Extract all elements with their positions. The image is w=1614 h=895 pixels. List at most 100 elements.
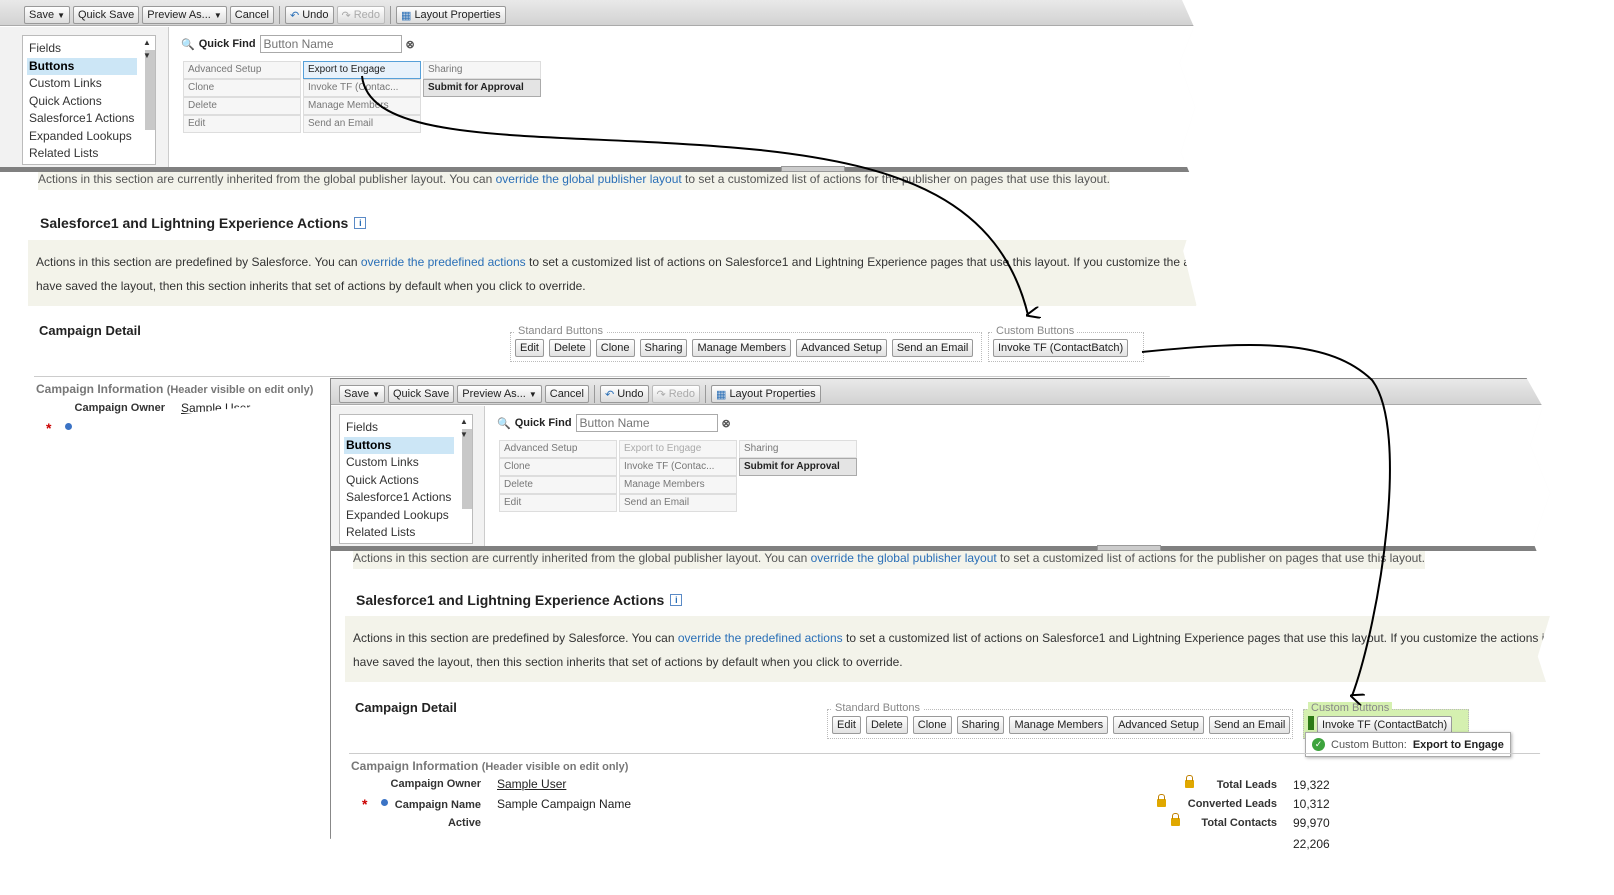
quick-save-button[interactable]: Quick Save: [73, 6, 140, 24]
category-expanded-lookups[interactable]: Expanded Lookups: [344, 507, 472, 525]
palette-item-sharing[interactable]: Sharing: [423, 61, 541, 79]
save-button[interactable]: Save ▼: [339, 385, 385, 403]
redo-button[interactable]: ↷ Redo: [651, 385, 701, 403]
palette-item-send-an-email[interactable]: Send an Email: [619, 494, 737, 512]
clone-button[interactable]: Clone: [912, 716, 952, 734]
category-fields[interactable]: Fields: [344, 419, 472, 437]
override-predefined-actions-link[interactable]: override the predefined actions: [361, 255, 526, 269]
palette-item-manage-members[interactable]: Manage Members: [619, 476, 737, 494]
section-divider: [349, 753, 1549, 754]
layout-properties-button[interactable]: ▦ Layout Properties: [711, 385, 821, 403]
manage-members-button[interactable]: Manage Members: [692, 339, 792, 357]
category-quick-actions[interactable]: Quick Actions: [27, 93, 155, 111]
toolbar-divider: [390, 6, 392, 24]
standard-buttons-legend: Standard Buttons: [832, 702, 924, 714]
editor-toolbar: Save ▼ Quick Save Preview As... ▼ Cancel ↶…: [331, 379, 1558, 405]
palette-item-invoke-tf[interactable]: Invoke TF (Contac...: [303, 79, 421, 97]
category-buttons[interactable]: Buttons: [344, 436, 454, 454]
quick-find-label: Quick Find: [198, 38, 256, 50]
palette-item-sharing[interactable]: Sharing: [739, 440, 857, 458]
category-custom-links[interactable]: Custom Links: [27, 75, 155, 93]
palette-category-list[interactable]: Fields Buttons Custom Links Quick Action…: [22, 35, 156, 165]
category-related-lists[interactable]: Related Lists: [27, 145, 155, 163]
campaign-owner-value[interactable]: Sample User: [181, 401, 250, 415]
delete-button[interactable]: Delete: [865, 716, 908, 734]
palette-item-delete[interactable]: Delete: [499, 476, 617, 494]
scroll-up-icon[interactable]: ▲: [460, 417, 468, 426]
category-related-lists[interactable]: Related Lists: [344, 524, 472, 542]
delete-button[interactable]: Delete: [548, 339, 591, 357]
send-an-email-button[interactable]: Send an Email: [1208, 716, 1291, 734]
palette-item-manage-members[interactable]: Manage Members: [303, 97, 421, 115]
sharing-button[interactable]: Sharing: [639, 339, 688, 357]
save-button[interactable]: Save ▼: [24, 6, 70, 24]
send-an-email-button[interactable]: Send an Email: [891, 339, 974, 357]
tooltip-value: Export to Engage: [1412, 738, 1504, 751]
redo-button[interactable]: ↷ Redo: [336, 6, 386, 24]
clear-search-icon[interactable]: ⊗: [722, 417, 731, 430]
inherit-notice: Actions in this section are currently in…: [353, 551, 1425, 569]
scroll-down-icon[interactable]: ▼: [143, 51, 151, 60]
palette-item-invoke-tf[interactable]: Invoke TF (Contac...: [619, 458, 737, 476]
quick-save-button[interactable]: Quick Save: [388, 385, 455, 403]
cancel-button[interactable]: Cancel: [544, 385, 589, 403]
undo-button[interactable]: ↶ Undo: [600, 385, 649, 403]
palette-item-clone[interactable]: Clone: [499, 458, 617, 476]
preview-as-button[interactable]: Preview As... ▼: [457, 385, 542, 403]
category-fields[interactable]: Fields: [27, 40, 155, 58]
undo-icon: ↶: [605, 388, 615, 401]
cancel-button[interactable]: Cancel: [229, 6, 274, 24]
chevron-down-icon[interactable]: ▼: [372, 390, 380, 399]
clear-search-icon[interactable]: ⊗: [406, 38, 415, 51]
edit-button[interactable]: Edit: [832, 716, 861, 734]
palette-category-list[interactable]: Fields Buttons Custom Links Quick Action…: [339, 414, 473, 544]
sf1-description: Actions in this section are predefined b…: [345, 616, 1558, 682]
scroll-thumb[interactable]: [145, 50, 155, 130]
category-scrollbar[interactable]: ▲ ▼: [460, 417, 472, 509]
category-scrollbar[interactable]: ▲ ▼: [143, 38, 155, 130]
undo-button[interactable]: ↶ Undo: [285, 6, 334, 24]
palette-item-advanced-setup[interactable]: Advanced Setup: [183, 61, 301, 79]
palette-item-clone[interactable]: Clone: [183, 79, 301, 97]
sf1-description: Actions in this section are predefined b…: [28, 240, 1200, 306]
campaign-info-header: Campaign Information (Header visible on …: [351, 759, 628, 773]
palette-item-edit[interactable]: Edit: [499, 494, 617, 512]
palette-item-submit-for-approval[interactable]: Submit for Approval: [739, 458, 857, 476]
palette-item-export-to-engage[interactable]: Export to Engage: [303, 61, 421, 79]
scroll-up-icon[interactable]: ▲: [143, 38, 151, 47]
palette-item-send-an-email[interactable]: Send an Email: [303, 115, 421, 133]
override-global-publisher-link[interactable]: override the global publisher layout: [811, 551, 997, 565]
campaign-info-sub: (Header visible on edit only): [166, 384, 314, 396]
category-expanded-lookups[interactable]: Expanded Lookups: [27, 128, 155, 146]
sharing-button[interactable]: Sharing: [956, 716, 1005, 734]
campaign-owner-value[interactable]: Sample User: [497, 777, 566, 791]
clone-button[interactable]: Clone: [595, 339, 635, 357]
scroll-thumb[interactable]: [462, 429, 472, 509]
category-buttons[interactable]: Buttons: [27, 57, 137, 75]
palette-item-edit[interactable]: Edit: [183, 115, 301, 133]
palette-item-submit-for-approval[interactable]: Submit for Approval: [423, 79, 541, 97]
category-salesforce1-actions[interactable]: Salesforce1 Actions: [344, 489, 472, 507]
info-icon[interactable]: i: [354, 217, 367, 229]
layout-properties-button[interactable]: ▦ Layout Properties: [396, 6, 506, 24]
category-custom-links[interactable]: Custom Links: [344, 454, 472, 472]
quick-find-input[interactable]: [259, 35, 402, 53]
scroll-down-icon[interactable]: ▼: [460, 430, 468, 439]
quick-find-input[interactable]: [575, 414, 718, 432]
category-quick-actions[interactable]: Quick Actions: [344, 472, 472, 490]
preview-as-button[interactable]: Preview As... ▼: [142, 6, 227, 24]
category-salesforce1-actions[interactable]: Salesforce1 Actions: [27, 110, 155, 128]
required-icon: *: [362, 796, 368, 812]
palette-item-export-to-engage[interactable]: Export to Engage: [619, 440, 737, 458]
override-predefined-actions-link[interactable]: override the predefined actions: [678, 631, 843, 645]
palette-item-delete[interactable]: Delete: [183, 97, 301, 115]
advanced-setup-button[interactable]: Advanced Setup: [796, 339, 887, 357]
invoke-tf-button[interactable]: Invoke TF (ContactBatch): [993, 339, 1129, 357]
edit-button[interactable]: Edit: [515, 339, 544, 357]
override-global-publisher-link[interactable]: override the global publisher layout: [496, 172, 682, 186]
manage-members-button[interactable]: Manage Members: [1009, 716, 1109, 734]
palette-item-advanced-setup[interactable]: Advanced Setup: [499, 440, 617, 458]
info-icon[interactable]: i: [670, 594, 683, 606]
advanced-setup-button[interactable]: Advanced Setup: [1113, 716, 1204, 734]
chevron-down-icon[interactable]: ▼: [57, 11, 65, 20]
